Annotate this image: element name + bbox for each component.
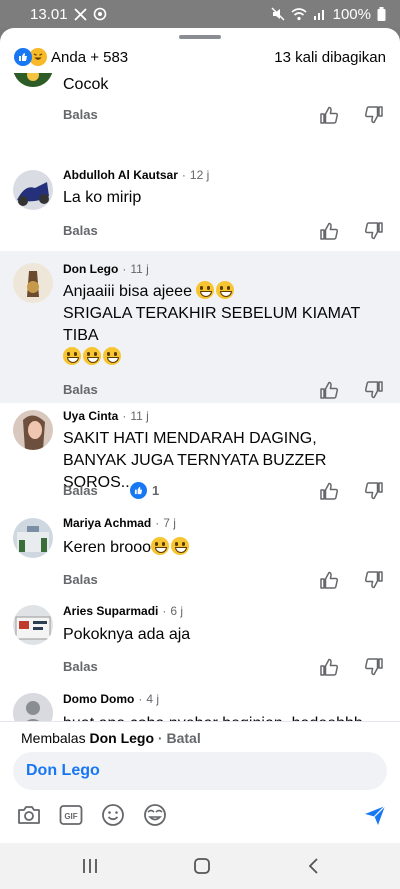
grimace-emoji-icon [196, 281, 215, 299]
comment-text: buat apa coba nyebar beginian, hadeehhh.… [63, 713, 383, 721]
reaction-count: Anda + 583 [51, 48, 129, 66]
comments-sheet: Anda + 583 13 kali dibagikan Cocok Balas [0, 28, 400, 843]
wifi-icon [291, 7, 307, 21]
comment-text: Anjaaiii bisa ajeee [63, 281, 383, 303]
comment-text: Pokoknya ada aja [63, 626, 191, 643]
x-app-icon [73, 7, 87, 21]
share-count[interactable]: 13 kali dibagikan [274, 49, 386, 66]
comment-like-count[interactable]: 1 [130, 482, 159, 499]
grin-emoji-icon [151, 537, 170, 555]
comment-item: Mariya Achmad · 7 j Keren brooo Balas [0, 511, 400, 599]
reaction-summary[interactable]: Anda + 583 [14, 48, 128, 66]
like-icon[interactable] [319, 657, 339, 677]
comment-item: Abdulloh Al Kautsar · 12 j La ko mirip B… [0, 151, 400, 251]
avatar[interactable] [13, 263, 53, 303]
comment-time: 6 j [170, 604, 184, 618]
cancel-reply-button[interactable]: Batal [166, 730, 200, 746]
avatar[interactable] [13, 518, 53, 558]
dislike-icon[interactable] [364, 380, 384, 400]
like-icon[interactable] [319, 570, 339, 590]
composer-toolbar: GIF [0, 801, 400, 831]
reply-button[interactable]: Balas [63, 572, 98, 587]
like-icon[interactable] [319, 105, 339, 125]
avatar[interactable] [13, 170, 53, 210]
home-icon[interactable] [190, 855, 214, 877]
svg-text:GIF: GIF [64, 812, 77, 821]
like-icon[interactable] [319, 221, 339, 241]
comment-emoji-line [63, 347, 383, 369]
dislike-icon[interactable] [364, 105, 384, 125]
notification-app-icon [93, 7, 107, 21]
commenter-name[interactable]: Abdulloh Al Kautsar [63, 168, 178, 182]
commenter-name[interactable]: Mariya Achmad [63, 516, 151, 530]
comment-time: 11 j [130, 262, 149, 276]
dislike-icon[interactable] [364, 657, 384, 677]
reply-button[interactable]: Balas [63, 659, 98, 674]
replying-to-banner: Membalas Don Lego · Batal [21, 730, 201, 746]
comment-input[interactable]: Don Lego [13, 752, 387, 790]
dislike-icon[interactable] [364, 221, 384, 241]
dislike-icon[interactable] [364, 570, 384, 590]
camera-icon[interactable] [15, 801, 43, 829]
grin-emoji-icon [63, 347, 81, 365]
grin-emoji-icon [83, 347, 101, 365]
send-icon[interactable] [361, 801, 389, 829]
signal-icon [313, 8, 327, 20]
comment-time: 11 j [130, 409, 149, 423]
comment-time: 4 j [146, 692, 160, 706]
avatar[interactable] [13, 73, 53, 87]
reply-composer: Membalas Don Lego · Batal Don Lego GIF [0, 721, 400, 843]
comment-item: Cocok Balas [0, 73, 400, 151]
comment-item: Uya Cinta · 11 j SAKIT HATI MENDARAH DAG… [0, 403, 400, 511]
comment-item: Domo Domo · 4 j buat apa coba nyebar beg… [0, 685, 400, 721]
like-icon[interactable] [319, 481, 339, 501]
comment-time: 12 j [189, 168, 210, 182]
comment-time: 7 j [163, 516, 176, 530]
dislike-icon[interactable] [364, 481, 384, 501]
reply-button[interactable]: Balas [63, 382, 98, 397]
comment-list[interactable]: Cocok Balas Abdulloh Al Kautsar · 12 j L… [0, 73, 400, 721]
commenter-name[interactable]: Don Lego [63, 262, 118, 276]
like-reaction-icon [14, 48, 32, 66]
system-nav-bar [0, 843, 400, 889]
reply-button[interactable]: Balas [63, 107, 98, 122]
reply-button[interactable]: Balas [63, 223, 98, 238]
comment-text: Keren brooo [63, 537, 383, 559]
status-time: 13.01 [30, 5, 68, 23]
battery-icon [377, 7, 386, 21]
mention-tag: Don Lego [26, 762, 100, 779]
mute-icon [271, 7, 285, 21]
like-reaction-icon [130, 482, 147, 499]
emoji-icon[interactable] [99, 801, 127, 829]
comment-text: Cocok [63, 76, 109, 93]
reply-button[interactable]: Balas [63, 483, 98, 498]
battery-percent: 100% [332, 5, 371, 23]
comment-text-line2: SRIGALA TERAKHIR SEBELUM KIAMAT TIBA [63, 305, 360, 344]
grin-emoji-icon [171, 537, 190, 555]
comment-text: La ko mirip [63, 189, 142, 206]
avatar[interactable] [13, 605, 53, 645]
reply-target-name: Don Lego [89, 730, 155, 746]
commenter-name[interactable]: Uya Cinta [63, 409, 118, 423]
avatar[interactable] [13, 693, 53, 721]
commenter-name[interactable]: Aries Suparmadi [63, 604, 158, 618]
comment-item-highlighted: Don Lego · 11 j Anjaaiii bisa ajeee SRIG… [0, 251, 400, 403]
avatar[interactable] [13, 410, 53, 450]
grin-emoji-icon [103, 347, 121, 365]
sticker-icon[interactable] [141, 801, 169, 829]
like-icon[interactable] [319, 380, 339, 400]
back-icon[interactable] [302, 855, 326, 877]
recent-apps-icon[interactable] [78, 855, 102, 877]
grimace-emoji-icon [216, 281, 235, 299]
sheet-header: Anda + 583 13 kali dibagikan [0, 39, 400, 75]
comment-item: Aries Suparmadi · 6 j Pokoknya ada aja B… [0, 599, 400, 685]
commenter-name[interactable]: Domo Domo [63, 692, 134, 706]
gif-icon[interactable]: GIF [57, 801, 85, 829]
status-bar: 13.01 100% [0, 0, 400, 28]
